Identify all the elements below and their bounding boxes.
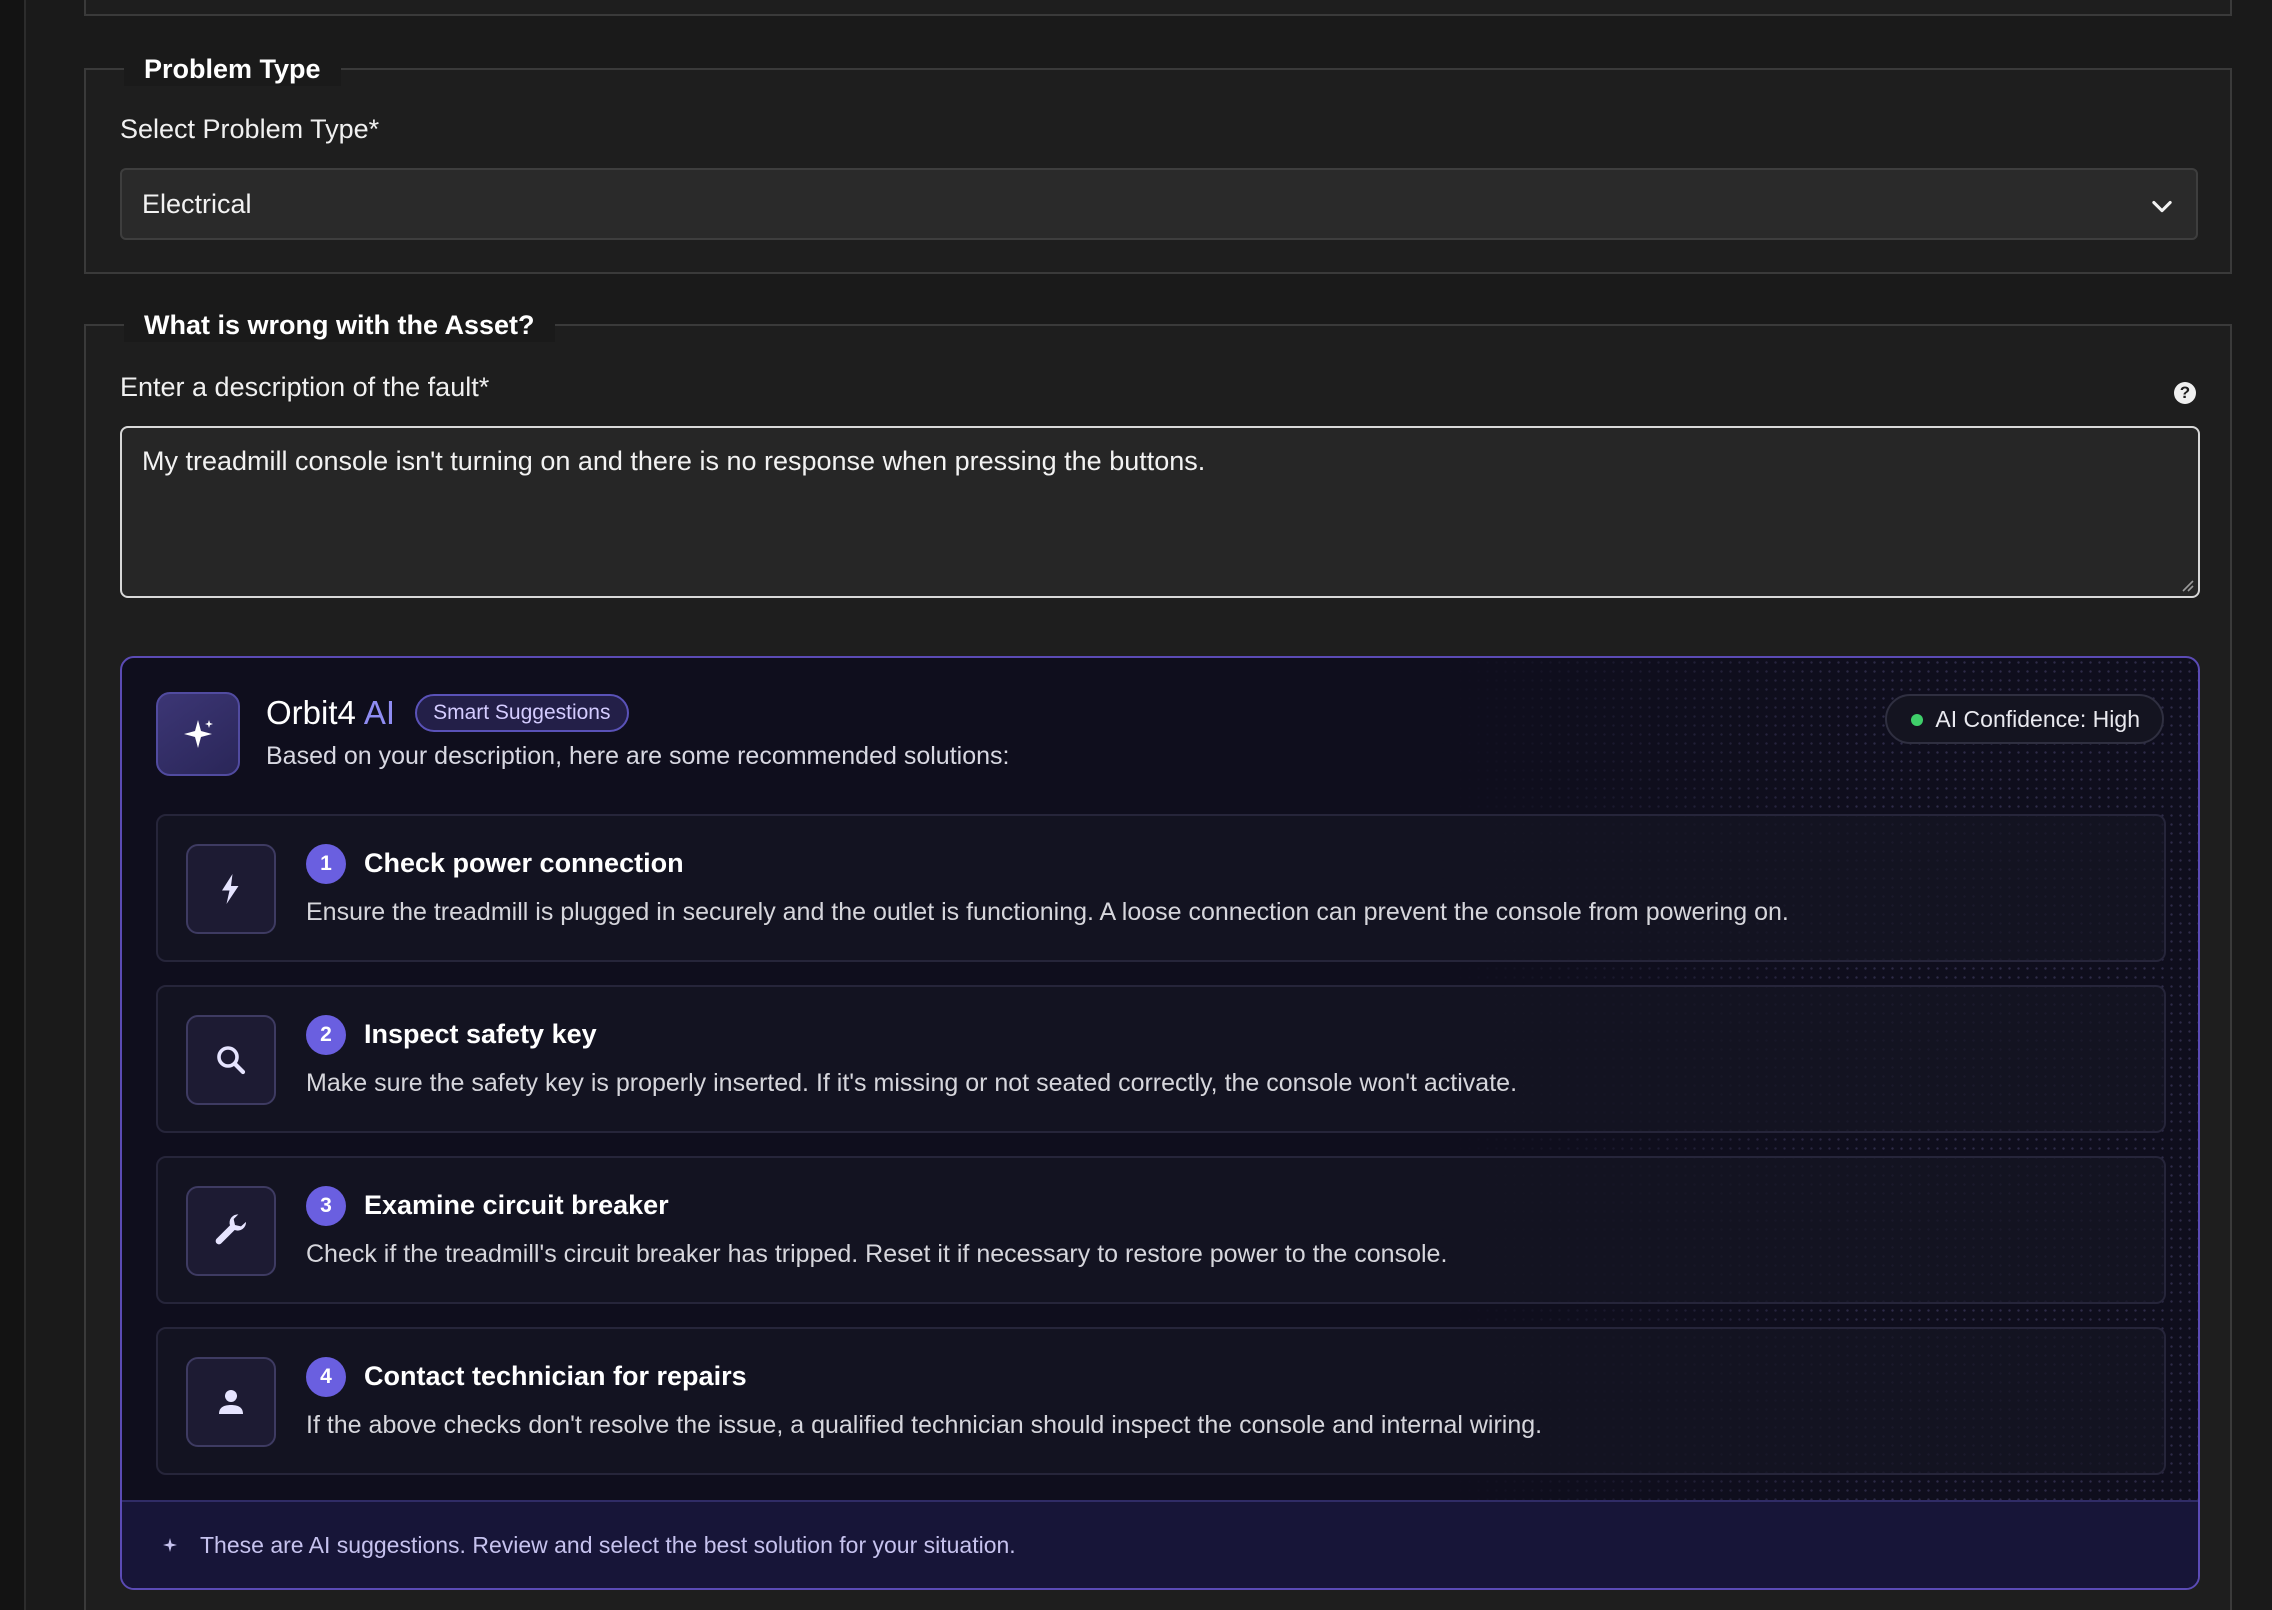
ai-confidence-text: AI Confidence: High [1935,706,2140,732]
fault-description-label: Enter a description of the fault* [120,372,490,402]
suggestion-number: 1 [306,844,346,884]
ai-brand-ai: AI [363,694,396,731]
resize-handle-icon[interactable] [2178,576,2194,592]
fault-description-text: My treadmill console isn't turning on an… [142,446,1206,476]
sparkle-icon [163,1538,177,1552]
status-dot-icon [1911,714,1924,726]
suggestion-description: Ensure the treadmill is plugged in secur… [306,898,1789,926]
search-icon [186,1015,276,1105]
fault-description-textarea[interactable]: My treadmill console isn't turning on an… [120,426,2200,598]
suggestion-description: Check if the treadmill's circuit breaker… [306,1240,1448,1268]
wrench-icon [186,1186,276,1276]
fault-section-legend: What is wrong with the Asset? [124,308,555,342]
ai-panel-title: Orbit4 AI Smart Suggestions [266,694,629,732]
suggestion-title: Inspect safety key [364,1019,597,1049]
ai-disclaimer-text: These are AI suggestions. Review and sel… [200,1531,1016,1558]
lightning-icon [186,844,276,934]
suggestion-title: Check power connection [364,848,684,878]
suggestion-number: 4 [306,1357,346,1397]
problem-type-label: Select Problem Type* [120,114,380,144]
previous-section-edge [84,0,2232,16]
problem-type-selected-value: Electrical [142,188,252,219]
suggestion-title: Contact technician for repairs [364,1361,747,1391]
help-icon[interactable]: ? [2174,382,2196,404]
suggestion-card[interactable]: 3 Examine circuit breaker Check if the t… [156,1156,2166,1304]
problem-type-legend: Problem Type [124,52,341,86]
left-rail [0,0,26,1610]
ai-panel-subtitle: Based on your description, here are some… [266,742,1010,770]
person-icon [186,1357,276,1447]
suggestion-number: 2 [306,1015,346,1055]
ai-brand-name: Orbit4 [266,694,356,731]
suggestion-card[interactable]: 4 Contact technician for repairs If the … [156,1327,2166,1475]
ai-disclaimer-footer: These are AI suggestions. Review and sel… [122,1500,2198,1588]
suggestion-number: 3 [306,1186,346,1226]
suggestion-card[interactable]: 2 Inspect safety key Make sure the safet… [156,985,2166,1133]
problem-type-select[interactable]: Electrical [120,168,2198,240]
ai-suggestions-panel: Orbit4 AI Smart Suggestions Based on you… [120,656,2200,1590]
suggestion-card[interactable]: 1 Check power connection Ensure the trea… [156,814,2166,962]
suggestion-title: Examine circuit breaker [364,1190,669,1220]
ai-confidence-badge: AI Confidence: High [1885,694,2164,744]
suggestion-description: If the above checks don't resolve the is… [306,1411,1543,1439]
smart-suggestions-badge: Smart Suggestions [415,694,629,732]
suggestion-description: Make sure the safety key is properly ins… [306,1069,1518,1097]
problem-type-section: Problem Type Select Problem Type* Electr… [84,52,2232,274]
chevron-down-icon [2152,200,2172,213]
ai-sparkle-logo-icon [156,692,240,776]
fault-description-section: What is wrong with the Asset? Enter a de… [84,308,2232,1610]
